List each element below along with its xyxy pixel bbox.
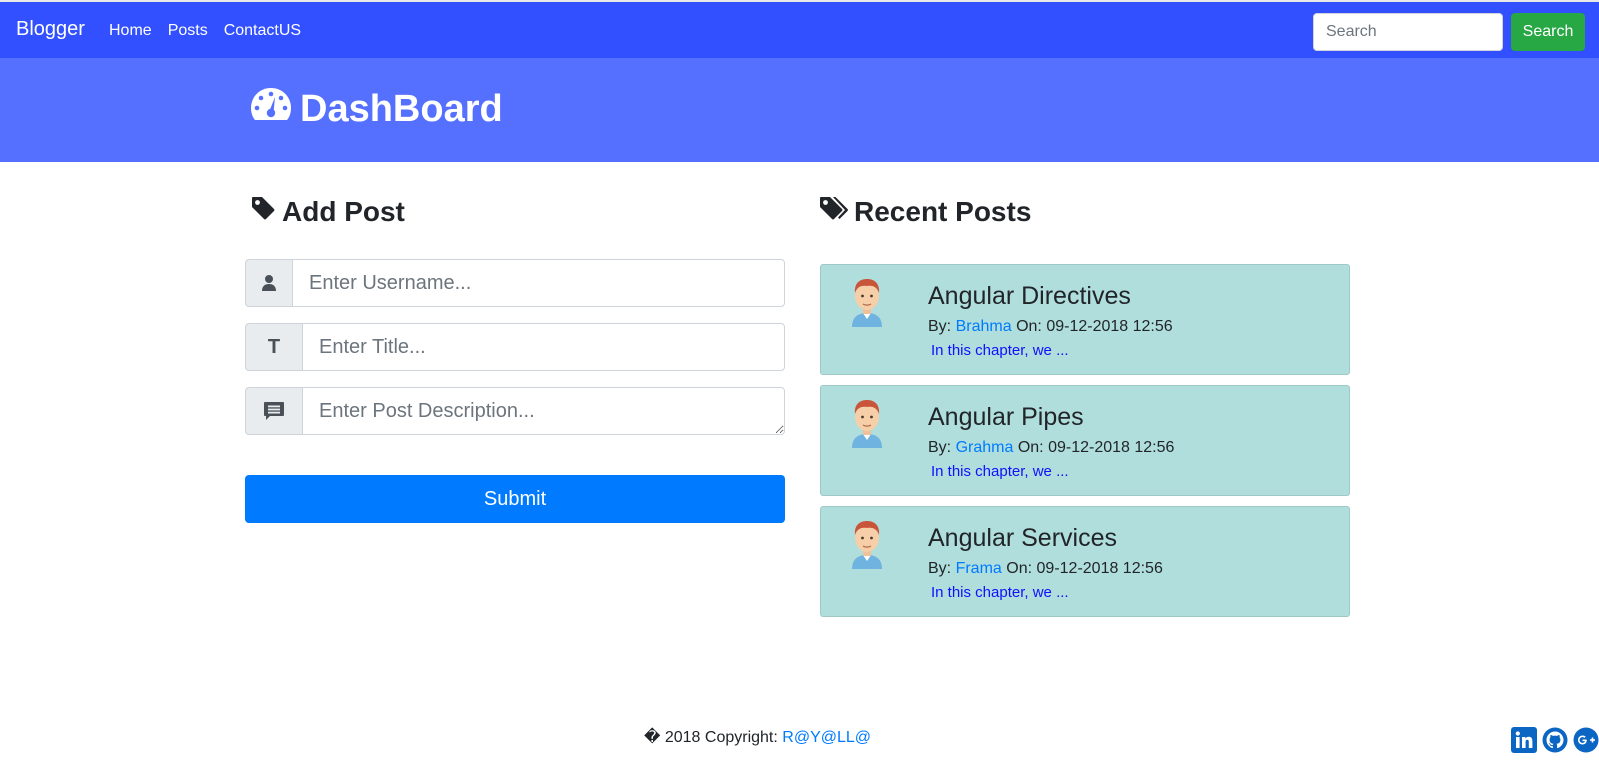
post-card[interactable]: Angular Services By: Frama On: 09-12-201…	[820, 506, 1350, 617]
text-icon: T	[245, 323, 302, 371]
title-group: T	[245, 323, 785, 371]
username-input[interactable]	[292, 259, 785, 307]
user-icon	[245, 259, 292, 307]
add-post-heading-text: Add Post	[282, 195, 405, 227]
footer: � 2018 Copyright: R@Y@LL@	[0, 727, 1515, 747]
post-date: 09-12-2018 12:56	[1048, 439, 1175, 456]
dashboard-header: DashBoard	[0, 58, 1599, 162]
nav-link-posts[interactable]: Posts	[168, 22, 208, 40]
by-label: By:	[928, 318, 952, 335]
post-meta: By: Grahma On: 09-12-2018 12:56	[928, 439, 1174, 457]
tags-icon	[818, 195, 848, 228]
description-group	[245, 387, 785, 435]
username-group	[245, 259, 785, 307]
post-excerpt[interactable]: In this chapter, we ...	[931, 584, 1069, 601]
post-date: 09-12-2018 12:56	[1036, 560, 1163, 577]
post-author-link[interactable]: Grahma	[956, 439, 1014, 456]
post-title[interactable]: Angular Services	[928, 524, 1117, 553]
avatar-icon	[846, 517, 888, 569]
by-label: By:	[928, 560, 952, 577]
post-excerpt[interactable]: In this chapter, we ...	[931, 342, 1069, 359]
on-label: On:	[1006, 560, 1033, 577]
github-icon[interactable]	[1542, 727, 1568, 753]
copyright-link[interactable]: R@Y@LL@	[782, 729, 871, 746]
page-title: DashBoard	[250, 85, 503, 133]
on-label: On:	[1016, 318, 1042, 335]
submit-button[interactable]: Submit	[245, 475, 785, 523]
copyright-text: 2018 Copyright:	[664, 729, 778, 746]
avatar-icon	[846, 396, 888, 448]
post-meta: By: Brahma On: 09-12-2018 12:56	[928, 318, 1173, 336]
nav-link-home[interactable]: Home	[109, 22, 152, 40]
navbar: Blogger Home Posts ContactUS Search	[0, 0, 1599, 58]
linkedin-icon[interactable]	[1511, 727, 1537, 753]
add-post-heading: Add Post	[250, 195, 405, 228]
text-icon-glyph: T	[267, 335, 281, 358]
description-input[interactable]	[302, 387, 785, 435]
post-title[interactable]: Angular Pipes	[928, 403, 1084, 432]
brand-link[interactable]: Blogger	[16, 18, 85, 41]
post-date: 09-12-2018 12:56	[1046, 318, 1173, 335]
post-card[interactable]: Angular Directives By: Brahma On: 09-12-…	[820, 264, 1350, 375]
post-excerpt[interactable]: In this chapter, we ...	[931, 463, 1069, 480]
search-input[interactable]	[1313, 13, 1503, 51]
nav-link-contactus[interactable]: ContactUS	[224, 22, 301, 40]
recent-posts-heading: Recent Posts	[818, 195, 1031, 228]
post-author-link[interactable]: Brahma	[956, 318, 1012, 335]
on-label: On:	[1017, 439, 1044, 456]
page-title-text: DashBoard	[300, 87, 503, 130]
comment-icon	[245, 387, 302, 435]
post-author-link[interactable]: Frama	[956, 560, 1002, 577]
post-card[interactable]: Angular Pipes By: Grahma On: 09-12-2018 …	[820, 385, 1350, 496]
search-button[interactable]: Search	[1511, 13, 1585, 51]
title-input[interactable]	[302, 323, 785, 371]
post-meta: By: Frama On: 09-12-2018 12:56	[928, 560, 1163, 578]
copyright-symbol: �	[643, 729, 661, 746]
tachometer-icon	[250, 85, 292, 133]
avatar-icon	[846, 275, 888, 327]
by-label: By:	[928, 439, 952, 456]
social-links	[1511, 727, 1599, 753]
post-title[interactable]: Angular Directives	[928, 282, 1131, 311]
google-plus-icon[interactable]	[1573, 727, 1599, 753]
recent-posts-heading-text: Recent Posts	[854, 195, 1032, 227]
nav-links: Home Posts ContactUS	[109, 22, 301, 40]
tag-icon	[250, 195, 276, 228]
